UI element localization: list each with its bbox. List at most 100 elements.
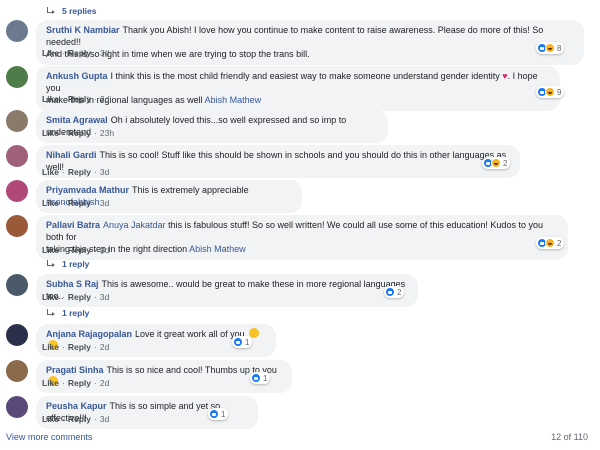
commenter-name[interactable]: Subha S Raj: [46, 279, 99, 289]
like-button[interactable]: Like: [42, 128, 59, 138]
clap-emoji-icon: [249, 328, 260, 338]
commenter-name[interactable]: Pragati Sinha: [46, 365, 104, 375]
reaction-count: 2: [503, 158, 508, 168]
avatar[interactable]: [6, 180, 28, 202]
reply-button[interactable]: Reply: [68, 292, 91, 302]
comment-bubble: Subha S Raj This is awesome.. would be gr…: [36, 274, 418, 307]
comment-text: I think this is the most child friendly …: [110, 71, 500, 81]
like-button[interactable]: Like: [42, 378, 59, 388]
reply-button[interactable]: Reply: [68, 378, 91, 388]
comment-actions: Like · Reply · 3d: [42, 198, 110, 208]
comment-time[interactable]: 3d: [100, 167, 109, 177]
view-replies-label: 5 replies: [62, 6, 97, 16]
reply-arrow-icon: [46, 260, 56, 268]
view-replies-link[interactable]: 5 replies: [46, 5, 97, 17]
comment-time[interactable]: 2d: [100, 94, 109, 104]
comment-bubble: Smita Agrawal Oh i absolutely loved this.…: [36, 110, 388, 143]
like-button[interactable]: Like: [42, 94, 59, 104]
mention-link[interactable]: Abish Mathew: [189, 244, 246, 254]
comment-actions: Like · Reply · 3d: [42, 292, 110, 302]
comment-text: This is extremely appreciable: [132, 185, 249, 195]
reaction-summary[interactable]: 2: [384, 286, 405, 298]
avatar[interactable]: [6, 110, 28, 132]
reply-button[interactable]: Reply: [68, 128, 91, 138]
comment-actions: Like · Reply · 3d: [42, 245, 110, 255]
view-replies-link[interactable]: 1 reply: [46, 308, 89, 318]
reaction-count: 2: [397, 287, 402, 297]
comment-time[interactable]: 3d: [100, 48, 109, 58]
haha-reaction-icon: [545, 87, 555, 97]
view-replies-label: 1 reply: [62, 308, 90, 318]
haha-reaction-icon: [491, 158, 501, 168]
avatar[interactable]: [6, 145, 28, 167]
avatar[interactable]: [6, 20, 28, 42]
reaction-summary[interactable]: 1: [232, 336, 253, 348]
comment-actions: Like · Reply · 2d: [42, 342, 110, 352]
avatar[interactable]: [6, 66, 28, 88]
like-button[interactable]: Like: [42, 198, 59, 208]
reply-button[interactable]: Reply: [68, 48, 91, 58]
commenter-name[interactable]: Nihali Gardi: [46, 150, 97, 160]
reaction-count: 1: [221, 409, 226, 419]
comment-time[interactable]: 3d: [100, 198, 109, 208]
comment-actions: Like · Reply · 23h: [42, 128, 115, 138]
comment-time[interactable]: 3d: [100, 414, 109, 424]
commenter-name[interactable]: Pallavi Batra: [46, 220, 100, 230]
commenter-name[interactable]: Smita Agrawal: [46, 115, 108, 125]
reaction-count: 8: [557, 43, 562, 53]
like-button[interactable]: Like: [42, 292, 59, 302]
view-more-comments-link[interactable]: View more comments: [6, 432, 92, 442]
comment-text: Thank you Abish! I love how you continue…: [46, 25, 544, 47]
like-reaction-icon: [233, 337, 243, 347]
like-button[interactable]: Like: [42, 48, 59, 58]
commenter-name[interactable]: Priyamvada Mathur: [46, 185, 129, 195]
avatar[interactable]: [6, 215, 28, 237]
like-reaction-icon: [385, 287, 395, 297]
avatar[interactable]: [6, 324, 28, 346]
comment-text: Love it great work all of you: [135, 329, 245, 339]
avatar[interactable]: [6, 360, 28, 382]
commenter-name[interactable]: Ankush Gupta: [46, 71, 108, 81]
comment-time[interactable]: 3d: [100, 292, 109, 302]
reaction-summary[interactable]: 9: [536, 86, 565, 98]
reply-button[interactable]: Reply: [68, 198, 91, 208]
mention-link[interactable]: Anuya Jakatdar: [103, 220, 166, 230]
reply-button[interactable]: Reply: [68, 94, 91, 104]
avatar[interactable]: [6, 396, 28, 418]
comment-text: This is so cool! Stuff like this should …: [46, 150, 507, 172]
reaction-summary[interactable]: 2: [482, 157, 511, 169]
view-replies-link[interactable]: 1 reply: [46, 259, 89, 269]
reply-button[interactable]: Reply: [68, 245, 91, 255]
comment-time[interactable]: 2d: [100, 342, 109, 352]
reaction-summary[interactable]: 2: [536, 237, 565, 249]
haha-reaction-icon: [545, 238, 555, 248]
mention-link[interactable]: Abish Mathew: [205, 95, 262, 105]
comment-actions: Like · Reply · 2d: [42, 378, 110, 388]
like-button[interactable]: Like: [42, 167, 59, 177]
commenter-name[interactable]: Peusha Kapur: [46, 401, 107, 411]
comment-count: 12 of 110: [551, 432, 588, 442]
reaction-count: 1: [245, 337, 250, 347]
like-reaction-icon: [209, 409, 219, 419]
commenter-name[interactable]: Sruthi K Nambiar: [46, 25, 120, 35]
like-reaction-icon: [251, 373, 261, 383]
view-replies-label: 1 reply: [62, 259, 90, 269]
like-button[interactable]: Like: [42, 245, 59, 255]
reply-button[interactable]: Reply: [68, 342, 91, 352]
comment-time[interactable]: 23h: [100, 128, 114, 138]
comment-actions: Like · Reply · 3d: [42, 48, 110, 58]
comment-actions: Like · Reply · 3d: [42, 167, 110, 177]
reaction-summary[interactable]: 1: [208, 408, 229, 420]
reply-button[interactable]: Reply: [68, 167, 91, 177]
avatar[interactable]: [6, 274, 28, 296]
reaction-summary[interactable]: 1: [250, 372, 271, 384]
comment-actions: Like · Reply · 2d: [42, 94, 110, 104]
reply-button[interactable]: Reply: [68, 414, 91, 424]
commenter-name[interactable]: Anjana Rajagopalan: [46, 329, 132, 339]
like-button[interactable]: Like: [42, 414, 59, 424]
reaction-summary[interactable]: 8: [536, 42, 565, 54]
haha-reaction-icon: [545, 43, 555, 53]
like-button[interactable]: Like: [42, 342, 59, 352]
comment-time[interactable]: 3d: [100, 245, 109, 255]
comment-time[interactable]: 2d: [100, 378, 109, 388]
